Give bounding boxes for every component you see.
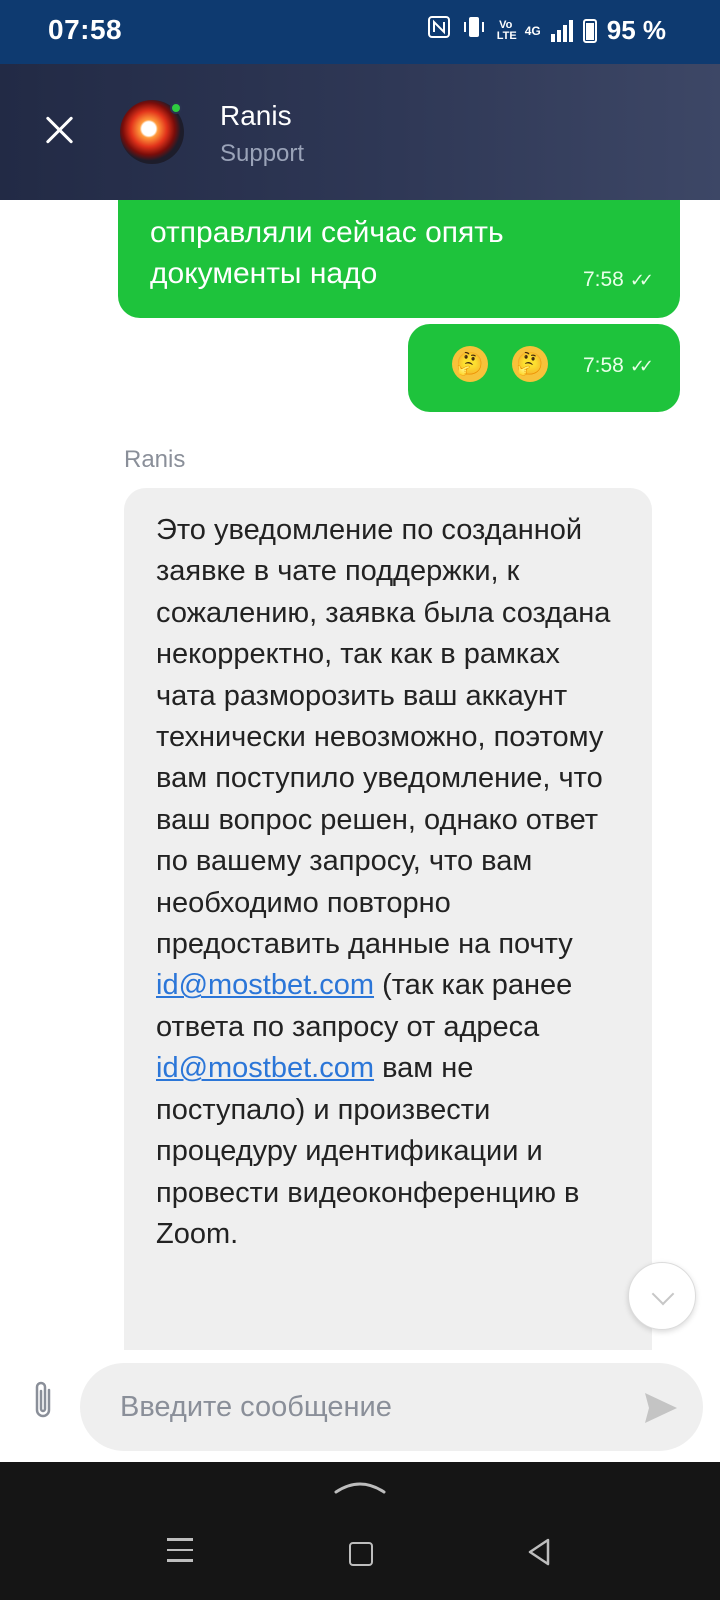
- scroll-to-bottom-button[interactable]: [628, 1262, 696, 1330]
- close-icon[interactable]: [40, 110, 80, 150]
- thinking-face-icon: 🤔: [512, 346, 548, 382]
- swipe-up-handle-icon[interactable]: [332, 1476, 388, 1498]
- home-icon[interactable]: [338, 1530, 382, 1574]
- message-input-bar: [0, 1350, 720, 1462]
- email-link[interactable]: id@mostbet.com: [156, 1052, 374, 1084]
- sender-name: Ranis: [124, 446, 186, 473]
- system-navigation-bar: [0, 1462, 720, 1600]
- status-time: 07:58: [48, 14, 123, 45]
- message-time: 7:58 ✓✓: [582, 354, 654, 377]
- outgoing-message: отправляли сейчас опять документы надо 7…: [118, 200, 680, 318]
- read-receipt-icon: ✓✓: [629, 355, 654, 376]
- message-input[interactable]: [120, 1385, 600, 1429]
- chat-area[interactable]: отправляли сейчас опять документы надо 7…: [0, 200, 720, 1350]
- message-time: 7:58 ✓✓: [582, 268, 654, 291]
- message-text: отправляли сейчас опять документы надо: [150, 216, 504, 290]
- volte-icon: Vo LTE: [496, 18, 517, 42]
- battery-icon: [582, 18, 597, 43]
- back-icon[interactable]: [518, 1530, 562, 1574]
- status-bar: 07:58 Vo LTE 4G 95 %: [0, 0, 720, 64]
- nfc-icon: [427, 15, 451, 46]
- read-receipt-icon: ✓✓: [629, 269, 654, 290]
- status-icons: Vo LTE 4G 95 %: [427, 14, 666, 47]
- email-link[interactable]: id@mostbet.com: [156, 969, 374, 1001]
- message-input-container: [80, 1363, 703, 1451]
- outgoing-message: 🤔 🤔 7:58 ✓✓: [408, 324, 680, 412]
- send-icon[interactable]: [643, 1391, 679, 1425]
- battery-percent: 95 %: [606, 15, 666, 45]
- signal-icon: [550, 19, 573, 42]
- incoming-message: Это уведомление по созданной заявке в ча…: [124, 488, 652, 1350]
- vibrate-icon: [461, 14, 487, 47]
- recent-apps-icon[interactable]: [158, 1530, 202, 1574]
- message-text: Это уведомление по созданной заявке в ча…: [156, 514, 611, 1250]
- attach-icon[interactable]: [28, 1378, 58, 1422]
- online-status-indicator: [170, 102, 182, 114]
- chat-header: Ranis Support: [0, 64, 720, 200]
- agent-role: Support: [220, 140, 305, 167]
- agent-name: Ranis: [220, 100, 292, 131]
- network-type-label: 4G: [524, 23, 541, 38]
- thinking-face-icon: 🤔: [452, 346, 488, 382]
